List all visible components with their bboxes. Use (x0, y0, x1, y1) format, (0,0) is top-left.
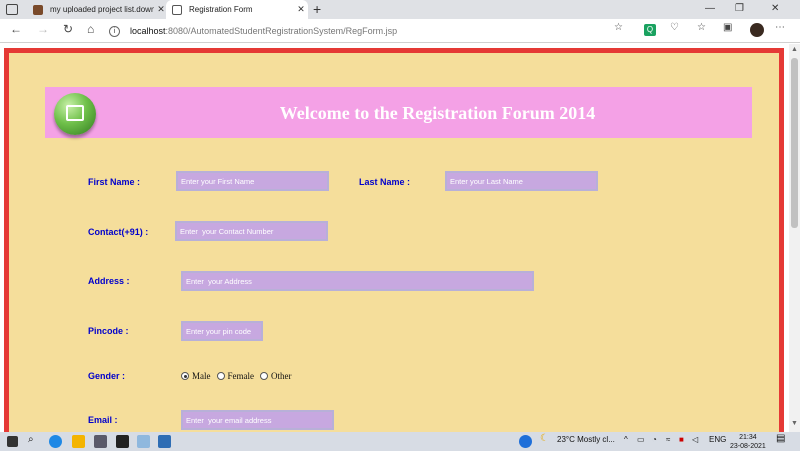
collections-icon[interactable]: ▣ (723, 22, 732, 33)
email-label: Email : (88, 415, 118, 425)
edge-icon[interactable] (49, 435, 62, 448)
favicon-icon (33, 4, 43, 15)
terminal-icon[interactable] (116, 435, 129, 448)
app-icon[interactable] (94, 435, 107, 448)
info-icon[interactable]: i (109, 25, 120, 37)
window-close-icon[interactable]: ✕ (771, 3, 779, 14)
help-icon[interactable] (519, 435, 532, 448)
browser-essentials-icon[interactable]: ♡ (670, 22, 679, 33)
app-window-icon[interactable] (158, 435, 171, 448)
female-option-label: Female (227, 371, 255, 381)
contact-label: Contact(+91) : (88, 227, 149, 237)
registration-page: Welcome to the Registration Forum 2014 F… (4, 48, 784, 432)
male-option-label: Male (192, 371, 211, 381)
forward-icon[interactable]: → (37, 22, 49, 36)
scroll-up-icon[interactable]: ▲ (791, 46, 798, 53)
search-icon[interactable]: ⌕ (28, 434, 34, 445)
tab-project-list[interactable]: my uploaded project list.downlo ✕ (27, 0, 168, 19)
pincode-label: Pincode : (88, 326, 129, 336)
tab-actions-icon[interactable] (6, 4, 18, 15)
url-path: :8080/AutomatedStudentRegistrationSystem… (165, 26, 398, 36)
profile-icon[interactable] (750, 23, 764, 37)
home-icon[interactable]: ⌂ (87, 22, 94, 36)
vertical-scrollbar[interactable]: ▲ ▼ (789, 44, 800, 432)
page-title: Welcome to the Registration Forum 2014 (279, 103, 596, 123)
last-name-input[interactable] (445, 171, 598, 191)
first-name-label: First Name : (88, 177, 141, 187)
email-input[interactable] (181, 410, 334, 430)
minimize-icon[interactable]: — (705, 3, 715, 14)
clock-date: 23-08-2021 (730, 443, 766, 450)
url-host: localhost (130, 26, 166, 36)
taskbar: ⌕ ☾ 23°C Mostly cl... ^ ▭ ◔ ≈ ■ ◁ ENG 21… (0, 432, 800, 451)
address-input[interactable] (181, 271, 534, 291)
weather-icon: ☾ (540, 433, 549, 444)
language-indicator[interactable]: ENG (709, 435, 726, 444)
page-icon (172, 4, 182, 15)
tab-title: my uploaded project list.downlo (50, 5, 154, 14)
navigation-bar: ← → ↻ ⌂ i localhost :8080/AutomatedStude… (0, 19, 800, 43)
restore-icon[interactable]: ❐ (735, 3, 744, 14)
scroll-thumb[interactable] (791, 58, 798, 228)
weather-text[interactable]: 23°C Mostly cl... (557, 435, 615, 444)
notepad-icon[interactable] (137, 435, 150, 448)
gender-radio-group: Male Female Other (181, 371, 295, 381)
gender-label: Gender : (88, 371, 126, 381)
network-icon[interactable]: ◔ (652, 435, 657, 444)
tab-strip: my uploaded project list.downlo ✕ Regist… (0, 0, 800, 19)
new-tab-button[interactable]: + (313, 1, 321, 17)
scroll-down-icon[interactable]: ▼ (791, 420, 798, 427)
clock[interactable]: 21:34 23-08-2021 (730, 433, 766, 451)
clock-time: 21:34 (739, 434, 757, 441)
file-explorer-icon[interactable] (72, 435, 85, 448)
page-viewport: Welcome to the Registration Forum 2014 F… (0, 44, 789, 432)
notifications-icon[interactable]: ▤ (776, 433, 785, 444)
other-option-label: Other (271, 371, 292, 381)
tab-title: Registration Form (189, 5, 253, 14)
battery-icon: ▭ (637, 435, 645, 444)
pincode-input[interactable] (181, 321, 263, 341)
menu-icon[interactable]: ⋯ (775, 22, 785, 33)
female-radio[interactable] (216, 372, 225, 380)
other-radio[interactable] (260, 372, 268, 380)
favorites-add-icon[interactable]: ☆ (614, 22, 623, 33)
back-icon[interactable]: ← (10, 22, 22, 36)
app-tray-icon[interactable]: ■ (679, 435, 684, 444)
chevron-up-icon[interactable]: ^ (624, 435, 628, 444)
male-radio[interactable] (181, 372, 189, 380)
contact-input[interactable] (175, 221, 328, 241)
last-name-label: Last Name : (359, 177, 411, 187)
volume-icon[interactable]: ◁ (692, 435, 698, 444)
tab-registration-form[interactable]: Registration Form ✕ (166, 0, 308, 19)
close-icon[interactable]: ✕ (294, 4, 308, 15)
reload-icon[interactable]: ↻ (63, 22, 73, 36)
first-name-input[interactable] (176, 171, 329, 191)
address-bar[interactable]: i localhost :8080/AutomatedStudentRegist… (109, 22, 634, 40)
start-icon[interactable] (7, 436, 18, 447)
header-banner: Welcome to the Registration Forum 2014 (45, 87, 752, 138)
address-label: Address : (88, 276, 130, 286)
wifi-icon[interactable]: ≈ (666, 435, 670, 444)
favorites-icon[interactable]: ☆ (697, 22, 706, 33)
extension-icon[interactable]: Q (644, 24, 656, 36)
